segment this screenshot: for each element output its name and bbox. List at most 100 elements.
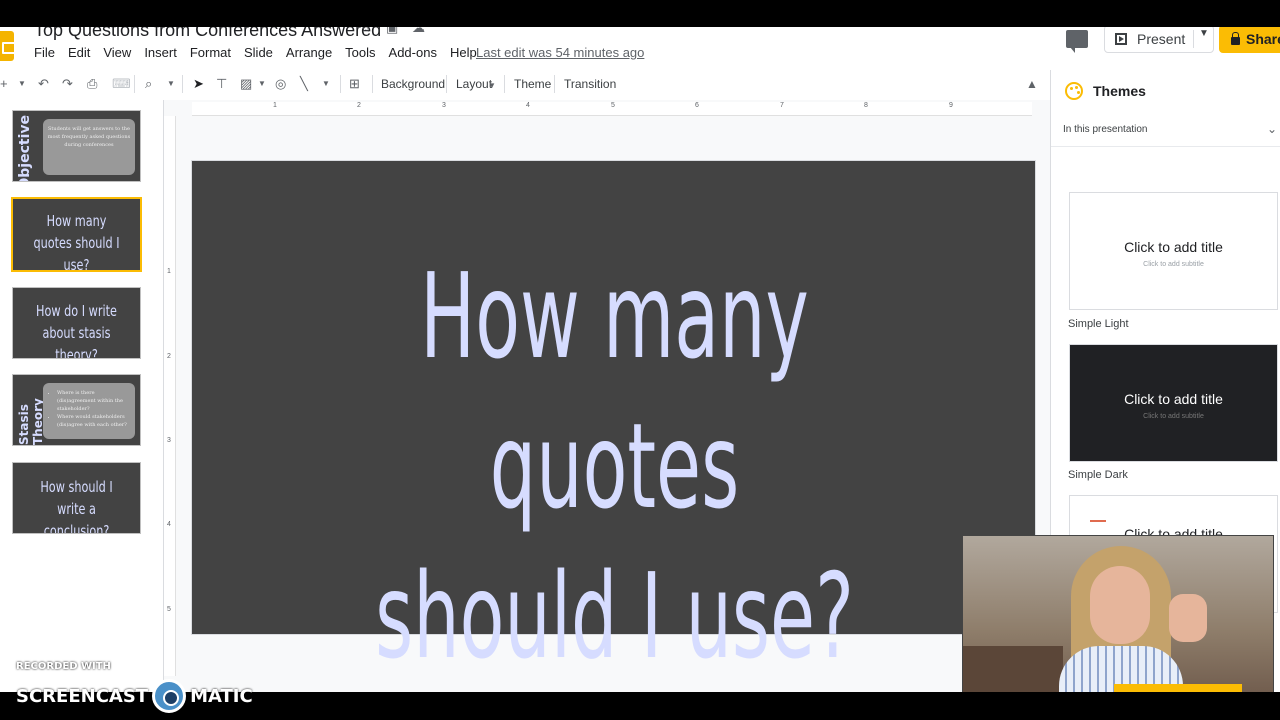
ruler-mark: 6: [695, 102, 699, 109]
menu-tools[interactable]: Tools: [345, 45, 382, 60]
document-title[interactable]: Top Questions from Conferences Answered: [34, 27, 381, 41]
slide-thumbnail-2[interactable]: How many quotes should I use?: [11, 197, 142, 272]
add-comment-icon[interactable]: ⊞: [349, 76, 360, 92]
theme-card-subtitle: Click to add subtitle: [1143, 413, 1204, 420]
transition-button[interactable]: Transition: [564, 77, 616, 91]
slide-thumbnail-3[interactable]: How do I write about stasis theory?: [12, 287, 141, 359]
paint-format-icon[interactable]: ⌨: [112, 76, 131, 92]
chevron-down-icon[interactable]: ⌄: [1267, 122, 1277, 136]
print-icon[interactable]: ⎙: [87, 76, 97, 92]
ruler-mark: 2: [357, 102, 361, 109]
layout-dropdown-icon[interactable]: ▼: [488, 78, 496, 94]
share-button[interactable]: Share: [1219, 27, 1280, 53]
title-icons: ☆ ▣ ☁: [360, 27, 426, 35]
screencast-logo-icon: [152, 679, 187, 713]
text-box-icon[interactable]: ⊤: [216, 76, 227, 92]
new-slide-icon[interactable]: +: [0, 76, 8, 92]
toolbar: + ▼ ↶ ↷ ⎙ ⌨ ⌕ ▼ ➤ ⊤ ▨ ▼ ◎ ╲ ▼ ⊞ Backgrou…: [0, 69, 1050, 99]
toolbar-divider: [446, 75, 447, 93]
vertical-ruler[interactable]: 1 2 3 4 5: [164, 116, 176, 676]
menu-edit[interactable]: Edit: [68, 45, 97, 60]
toolbar-divider: [372, 75, 373, 93]
themes-section-label[interactable]: In this presentation: [1063, 124, 1148, 135]
theme-card-title: Click to add title: [1124, 239, 1223, 255]
ruler-mark: 8: [864, 102, 868, 109]
toolbar-divider: [134, 75, 135, 93]
slide-thumbnail-title: How should I write a conclusion?: [40, 478, 113, 534]
theme-card-subtitle: Click to add subtitle: [1143, 261, 1204, 268]
layout-button[interactable]: Layout: [456, 77, 492, 91]
ruler-mark: 3: [442, 102, 446, 109]
slide-title[interactable]: How many quotes should I use?: [353, 241, 877, 691]
menu-bar: File Edit View Insert Format Slide Arran…: [34, 45, 490, 60]
menu-insert[interactable]: Insert: [144, 45, 184, 60]
slide-thumbnail-body: Students will get answers to the most fr…: [43, 119, 135, 175]
slide-thumbnail-title: How do I write about stasis theory?: [36, 302, 117, 359]
slide-thumbnail-1[interactable]: Objective Students will get answers to t…: [12, 110, 141, 182]
cloud-status-icon[interactable]: ☁: [412, 27, 426, 35]
menu-file[interactable]: File: [34, 45, 62, 60]
orange-strip: [1114, 684, 1242, 692]
menu-view[interactable]: View: [103, 45, 138, 60]
menu-slide[interactable]: Slide: [244, 45, 280, 60]
line-icon[interactable]: ╲: [300, 76, 308, 92]
new-slide-dropdown-icon[interactable]: ▼: [18, 76, 26, 92]
present-separator: [1193, 30, 1194, 48]
present-button[interactable]: Present ▼: [1104, 27, 1214, 53]
zoom-icon[interactable]: ⌕: [145, 76, 152, 92]
undo-icon[interactable]: ↶: [38, 76, 49, 92]
toolbar-divider: [504, 75, 505, 93]
ruler-mark: 9: [949, 102, 953, 109]
menu-arrange[interactable]: Arrange: [286, 45, 339, 60]
palette-icon: [1065, 82, 1083, 100]
section-divider: [1051, 146, 1280, 147]
slide-thumbnail-body: Where is there (dis)agreement within the…: [43, 383, 135, 439]
webcam-overlay: [962, 535, 1274, 692]
last-edit-link[interactable]: Last edit was 54 minutes ago: [476, 45, 644, 60]
slide-title-line: should I use?: [375, 547, 854, 685]
slide-title-line: How many quotes: [420, 247, 809, 535]
present-icon: [1115, 33, 1127, 45]
slide-canvas[interactable]: How many quotes should I use?: [191, 160, 1036, 685]
theme-name-label: Simple Dark: [1068, 469, 1128, 481]
menu-addons[interactable]: Add-ons: [389, 45, 444, 60]
collapse-toolbar-icon[interactable]: ▲: [1026, 77, 1038, 91]
zoom-dropdown-icon[interactable]: ▼: [167, 76, 175, 92]
ruler-mark: 1: [273, 102, 277, 109]
themes-heading: Themes: [1093, 83, 1146, 99]
select-cursor-icon[interactable]: ➤: [193, 76, 204, 92]
theme-card-simple-dark[interactable]: Click to add title Click to add subtitle: [1069, 344, 1278, 462]
image-dropdown-icon[interactable]: ▼: [258, 76, 266, 92]
watermark-right-text: MATIC: [190, 685, 253, 707]
comment-history-icon[interactable]: [1066, 30, 1088, 53]
present-dropdown-icon[interactable]: ▼: [1199, 28, 1209, 39]
slide-filmstrip: Objective Students will get answers to t…: [0, 100, 163, 692]
share-label: Share: [1246, 31, 1280, 47]
slide-thumbnail-5[interactable]: How should I write a conclusion?: [12, 462, 141, 534]
image-icon[interactable]: ▨: [240, 76, 252, 92]
slide-thumbnail-bullet: Where would stakeholders (dis)agree with…: [57, 413, 131, 429]
ruler-mark: 4: [167, 521, 171, 528]
theme-button[interactable]: Theme: [514, 77, 551, 91]
slide-thumbnail-4[interactable]: Stasis Theory Where is there (dis)agreem…: [12, 374, 141, 446]
ruler-mark: 7: [780, 102, 784, 109]
menu-format[interactable]: Format: [190, 45, 238, 60]
background-button[interactable]: Background: [381, 77, 445, 91]
watermark-recorded-with: RECORDED WITH: [16, 661, 111, 672]
star-icon[interactable]: ☆: [360, 27, 374, 35]
line-dropdown-icon[interactable]: ▼: [322, 76, 330, 92]
slide-thumbnail-title: Objective: [17, 115, 33, 182]
ruler-mark: 2: [167, 353, 171, 360]
ruler-mark: 5: [611, 102, 615, 109]
redo-icon[interactable]: ↷: [62, 76, 73, 92]
move-folder-icon[interactable]: ▣: [386, 27, 400, 35]
toolbar-divider: [554, 75, 555, 93]
slides-logo-icon[interactable]: [0, 31, 16, 61]
webcam-background: [963, 646, 1063, 692]
horizontal-ruler[interactable]: 1 2 3 4 5 6 7 8 9: [192, 102, 1032, 116]
present-label: Present: [1137, 31, 1186, 47]
theme-card-simple-light[interactable]: Click to add title Click to add subtitle: [1069, 192, 1278, 310]
shape-icon[interactable]: ◎: [275, 76, 286, 92]
slide-thumbnail-title: Stasis Theory: [17, 398, 45, 445]
ruler-mark: 3: [167, 437, 171, 444]
